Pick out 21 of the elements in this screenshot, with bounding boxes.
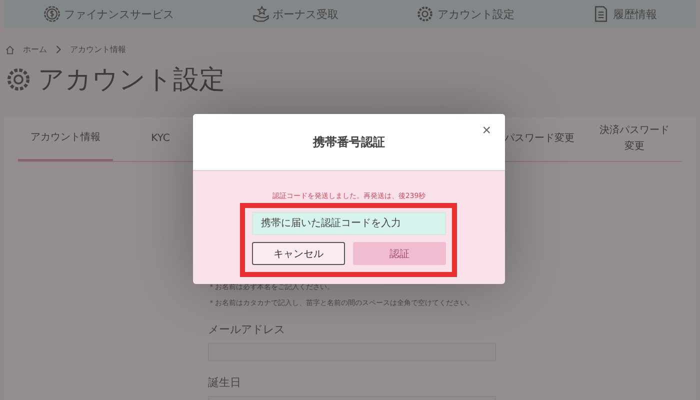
nav-link[interactable]: 履歴情報 [592,5,658,23]
tab[interactable]: 決済パスワード変更 [587,117,682,161]
breadcrumb-link[interactable]: ホーム [23,44,47,55]
cancel-button[interactable]: キャンセル [252,242,345,265]
code-input-field[interactable]: 携帯に届いた認証コードを入力 [252,212,446,235]
hand-star-icon [252,5,270,23]
close-button[interactable]: × [480,122,493,139]
gear-icon [416,5,434,23]
dollar-gear-icon [42,5,61,23]
page-title: アカウント設定 [38,64,225,97]
gear-icon [5,66,32,93]
breadcrumb-link[interactable]: アカウント情報 [70,44,126,55]
home-icon [5,44,15,54]
nav-link[interactable]: ファイナンスサービス [42,5,174,23]
dialog-title: 携帯番号認証 [313,134,385,150]
nav-link[interactable]: ボーナス受取 [252,5,339,23]
tab[interactable]: アカウント情報 [18,117,113,161]
nav-link[interactable]: アカウント設定 [416,5,514,23]
chevron-icon [55,45,62,54]
field-label: 誕生日 [208,375,242,390]
field-label: メールアドレス [208,322,286,337]
